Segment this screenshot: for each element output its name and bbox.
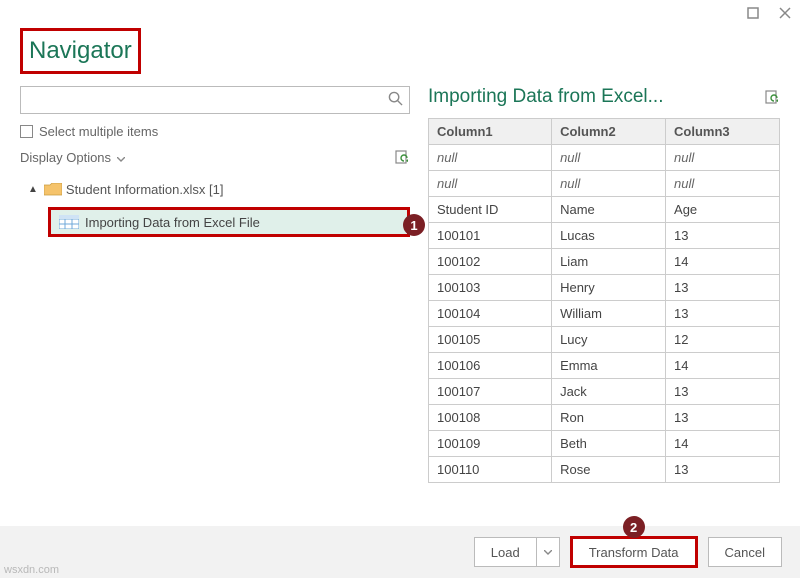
load-split-button[interactable]: Load xyxy=(474,537,560,567)
table-cell: William xyxy=(552,301,666,327)
col-header[interactable]: Column3 xyxy=(666,119,780,145)
table-cell: 13 xyxy=(666,301,780,327)
tree-sheet-node[interactable]: Importing Data from Excel File 1 xyxy=(48,207,410,237)
search-icon[interactable] xyxy=(388,91,403,110)
table-cell: Ron xyxy=(552,405,666,431)
table-cell: null xyxy=(429,145,552,171)
table-row: Student IDNameAge xyxy=(429,197,780,223)
table-cell: 12 xyxy=(666,327,780,353)
tree-file-label: Student Information.xlsx [1] xyxy=(66,182,224,197)
chevron-down-icon xyxy=(544,550,552,555)
table-row: nullnullnull xyxy=(429,145,780,171)
select-multiple-label: Select multiple items xyxy=(39,124,158,139)
table-cell: null xyxy=(429,171,552,197)
preview-panel: Importing Data from Excel... Column1 Col… xyxy=(428,86,780,483)
table-cell: 13 xyxy=(666,457,780,483)
table-row: 100110Rose13 xyxy=(429,457,780,483)
table-cell: Name xyxy=(552,197,666,223)
table-cell: null xyxy=(552,145,666,171)
preview-table: Column1 Column2 Column3 nullnullnullnull… xyxy=(428,118,780,483)
close-icon[interactable] xyxy=(778,7,792,21)
table-row: 100108Ron13 xyxy=(429,405,780,431)
footer-bar: Load 2 Transform Data Cancel xyxy=(0,526,800,578)
display-options-dropdown[interactable]: Display Options xyxy=(20,150,394,165)
refresh-preview-icon[interactable] xyxy=(764,89,780,105)
table-cell: Emma xyxy=(552,353,666,379)
table-cell: 100108 xyxy=(429,405,552,431)
table-cell: Lucas xyxy=(552,223,666,249)
tree-view: ▲ Student Information.xlsx [1] Importing… xyxy=(20,175,410,237)
table-cell: Henry xyxy=(552,275,666,301)
table-cell: Liam xyxy=(552,249,666,275)
annotation-badge-2: 2 xyxy=(623,516,645,538)
col-header[interactable]: Column1 xyxy=(429,119,552,145)
table-row: 100107Jack13 xyxy=(429,379,780,405)
table-cell: 14 xyxy=(666,249,780,275)
table-cell: 14 xyxy=(666,431,780,457)
table-cell: Lucy xyxy=(552,327,666,353)
search-input[interactable] xyxy=(27,88,388,112)
title-bar xyxy=(0,0,800,28)
table-cell: Rose xyxy=(552,457,666,483)
col-header[interactable]: Column2 xyxy=(552,119,666,145)
table-cell: 13 xyxy=(666,405,780,431)
chevron-down-icon xyxy=(117,150,125,165)
annotation-badge-1: 1 xyxy=(403,214,425,236)
tree-file-node[interactable]: ▲ Student Information.xlsx [1] xyxy=(28,175,410,203)
checkbox-icon xyxy=(20,125,33,138)
table-row: 100103Henry13 xyxy=(429,275,780,301)
preview-title: Importing Data from Excel... xyxy=(428,86,764,108)
table-row: 100106Emma14 xyxy=(429,353,780,379)
table-cell: Student ID xyxy=(429,197,552,223)
table-row: 100102Liam14 xyxy=(429,249,780,275)
cancel-button[interactable]: Cancel xyxy=(708,537,782,567)
table-cell: null xyxy=(552,171,666,197)
load-button[interactable]: Load xyxy=(474,537,536,567)
table-cell: 100105 xyxy=(429,327,552,353)
table-cell: Jack xyxy=(552,379,666,405)
maximize-icon[interactable] xyxy=(746,7,760,21)
refresh-icon[interactable] xyxy=(394,149,410,165)
left-panel: Select multiple items Display Options ▲ xyxy=(20,86,410,483)
display-options-label: Display Options xyxy=(20,150,111,165)
table-cell: 100103 xyxy=(429,275,552,301)
file-icon xyxy=(44,183,60,196)
select-multiple-checkbox[interactable]: Select multiple items xyxy=(20,124,410,139)
table-cell: Age xyxy=(666,197,780,223)
table-cell: 13 xyxy=(666,379,780,405)
table-cell: 100106 xyxy=(429,353,552,379)
table-cell: 100101 xyxy=(429,223,552,249)
table-cell: 13 xyxy=(666,223,780,249)
table-row: nullnullnull xyxy=(429,171,780,197)
table-cell: 13 xyxy=(666,275,780,301)
worksheet-icon xyxy=(59,215,77,229)
load-dropdown-button[interactable] xyxy=(536,537,560,567)
table-row: 100105Lucy12 xyxy=(429,327,780,353)
watermark: wsxdn.com xyxy=(4,564,59,576)
table-header-row: Column1 Column2 Column3 xyxy=(429,119,780,145)
table-cell: 100107 xyxy=(429,379,552,405)
table-cell: null xyxy=(666,171,780,197)
table-cell: 100110 xyxy=(429,457,552,483)
navigator-title: Navigator xyxy=(20,28,141,74)
tree-sheet-label: Importing Data from Excel File xyxy=(85,215,260,230)
table-cell: 14 xyxy=(666,353,780,379)
table-cell: null xyxy=(666,145,780,171)
transform-data-button[interactable]: Transform Data xyxy=(570,536,698,568)
table-cell: 100102 xyxy=(429,249,552,275)
table-cell: Beth xyxy=(552,431,666,457)
table-row: 100101Lucas13 xyxy=(429,223,780,249)
table-row: 100104William13 xyxy=(429,301,780,327)
table-cell: 100104 xyxy=(429,301,552,327)
search-box[interactable] xyxy=(20,86,410,114)
table-cell: 100109 xyxy=(429,431,552,457)
caret-down-icon: ▲ xyxy=(28,184,38,195)
table-row: 100109Beth14 xyxy=(429,431,780,457)
